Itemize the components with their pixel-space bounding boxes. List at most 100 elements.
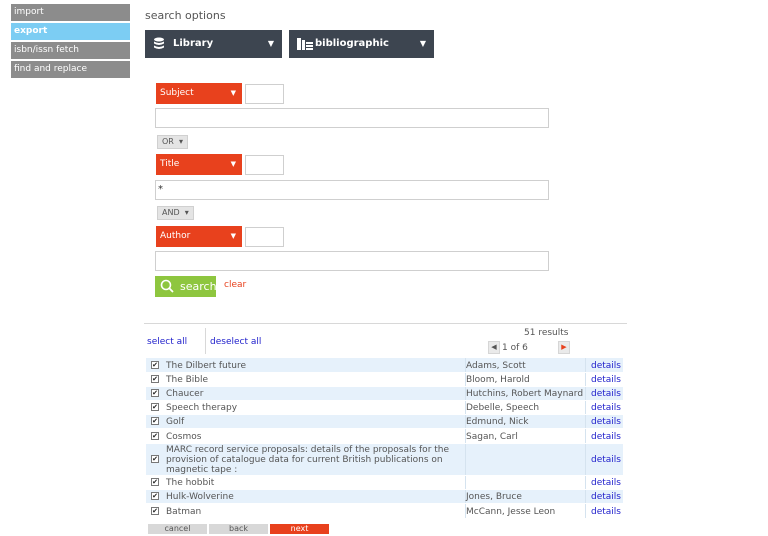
details-link[interactable]: details xyxy=(591,417,621,427)
nav-item-isbn-fetch[interactable]: isbn/issn fetch xyxy=(11,42,130,59)
column-divider xyxy=(465,444,466,475)
column-divider xyxy=(585,358,586,372)
field-select-subject[interactable]: Subject ▼ xyxy=(156,83,242,104)
row-title: Cosmos xyxy=(166,432,202,442)
row-checkbox[interactable]: ✔ xyxy=(151,389,159,397)
row-checkbox[interactable]: ✔ xyxy=(151,403,159,411)
row-title: The hobbit xyxy=(166,478,215,488)
row-checkbox[interactable]: ✔ xyxy=(151,455,159,463)
search-button[interactable]: search xyxy=(155,276,217,297)
table-row: ✔ Chaucer Hutchins, Robert Maynard details xyxy=(146,387,623,401)
nav-item-find-replace[interactable]: find and replace xyxy=(11,61,130,78)
boolean-operator-label: AND xyxy=(162,208,180,217)
field-select-label: Title xyxy=(160,159,180,169)
divider xyxy=(205,328,206,354)
subject-search-input[interactable] xyxy=(155,108,549,128)
column-divider xyxy=(585,387,586,400)
results-table: ✔ The Dilbert future Adams, Scott details ✔ T… xyxy=(146,358,623,519)
back-button[interactable]: back xyxy=(209,524,268,534)
table-row: ✔ Hulk-Wolverine Jones, Bruce details xyxy=(146,490,623,504)
field-select-label: Subject xyxy=(160,88,194,98)
chevron-down-icon: ▼ xyxy=(267,39,274,48)
cancel-button[interactable]: cancel xyxy=(148,524,207,534)
table-row: ✔ Speech therapy Debelle, Speech details xyxy=(146,401,623,415)
column-divider xyxy=(465,476,466,489)
row-checkbox[interactable]: ✔ xyxy=(151,507,159,515)
table-row: ✔ Cosmos Sagan, Carl details xyxy=(146,429,623,444)
search-options-heading: search options xyxy=(145,9,226,22)
row-checkbox[interactable]: ✔ xyxy=(151,361,159,369)
column-divider xyxy=(585,429,586,443)
clear-link[interactable]: clear xyxy=(224,280,246,290)
chevron-down-icon: ▾ xyxy=(176,137,183,146)
row-title: Batman xyxy=(166,507,202,517)
row-checkbox[interactable]: ✔ xyxy=(151,478,159,486)
details-link[interactable]: details xyxy=(591,478,621,488)
books-icon xyxy=(297,38,313,50)
author-search-input[interactable] xyxy=(155,251,549,271)
nav-item-export[interactable]: export xyxy=(11,23,130,40)
row-author: McCann, Jesse Leon xyxy=(466,507,556,517)
title-search-input[interactable]: * xyxy=(155,180,549,200)
row-checkbox[interactable]: ✔ xyxy=(151,417,159,425)
chevron-down-icon: ▼ xyxy=(230,160,236,168)
row-title: Speech therapy xyxy=(166,403,238,413)
details-link[interactable]: details xyxy=(591,492,621,502)
field-select-title[interactable]: Title ▼ xyxy=(156,154,242,175)
table-row: ✔ The Bible Bloom, Harold details xyxy=(146,373,623,387)
table-row: ✔ Golf Edmund, Nick details xyxy=(146,415,623,429)
chevron-left-icon[interactable]: ◀ xyxy=(488,341,500,354)
column-divider xyxy=(585,444,586,475)
details-link[interactable]: details xyxy=(591,389,621,399)
chevron-down-icon: ▼ xyxy=(230,89,236,97)
table-row: ✔ MARC record service proposals: details … xyxy=(146,444,623,476)
deselect-all-link[interactable]: deselect all xyxy=(210,337,261,347)
details-link[interactable]: details xyxy=(591,507,621,517)
record-type-dropdown-label: bibliographic xyxy=(315,38,389,49)
field-modifier-input[interactable] xyxy=(245,84,284,104)
column-divider xyxy=(585,476,586,489)
library-dropdown[interactable]: Library ▼ xyxy=(145,30,282,58)
library-dropdown-label: Library xyxy=(173,38,214,49)
column-divider xyxy=(585,415,586,428)
boolean-operator-select[interactable]: AND ▾ xyxy=(157,206,194,220)
field-select-author[interactable]: Author ▼ xyxy=(156,226,242,247)
row-title: MARC record service proposals: details o… xyxy=(166,445,450,475)
details-link[interactable]: details xyxy=(591,403,621,413)
field-modifier-input[interactable] xyxy=(245,155,284,175)
row-author: Adams, Scott xyxy=(466,361,526,371)
row-author: Jones, Bruce xyxy=(466,492,522,502)
details-link[interactable]: details xyxy=(591,361,621,371)
row-title: Chaucer xyxy=(166,389,204,399)
details-link[interactable]: details xyxy=(591,455,621,465)
database-icon xyxy=(154,37,164,49)
page-indicator: 1 of 6 xyxy=(502,343,528,353)
column-divider xyxy=(585,401,586,414)
table-row: ✔ The Dilbert future Adams, Scott details xyxy=(146,358,623,373)
field-modifier-input[interactable] xyxy=(245,227,284,247)
boolean-operator-select[interactable]: OR ▾ xyxy=(157,135,188,149)
magnifier-icon xyxy=(160,279,174,293)
next-button[interactable]: next xyxy=(270,524,329,534)
nav-item-import[interactable]: import xyxy=(11,4,130,21)
row-author: Edmund, Nick xyxy=(466,417,529,427)
details-link[interactable]: details xyxy=(591,375,621,385)
row-checkbox[interactable]: ✔ xyxy=(151,375,159,383)
chevron-right-icon[interactable]: ▶ xyxy=(558,341,570,354)
chevron-down-icon: ▼ xyxy=(419,39,426,48)
results-count: 51 results xyxy=(524,328,569,338)
record-type-dropdown[interactable]: bibliographic ▼ xyxy=(289,30,434,58)
table-row: ✔ Batman McCann, Jesse Leon details xyxy=(146,504,623,519)
row-checkbox[interactable]: ✔ xyxy=(151,432,159,440)
side-nav: import export isbn/issn fetch find and r… xyxy=(11,4,130,80)
row-checkbox[interactable]: ✔ xyxy=(151,492,159,500)
field-select-label: Author xyxy=(160,231,191,241)
details-link[interactable]: details xyxy=(591,432,621,442)
table-row: ✔ The hobbit details xyxy=(146,476,623,490)
chevron-down-icon: ▾ xyxy=(182,208,189,217)
select-all-link[interactable]: select all xyxy=(147,337,187,347)
column-divider xyxy=(585,373,586,386)
column-divider xyxy=(585,504,586,518)
divider xyxy=(144,323,627,324)
row-title: Hulk-Wolverine xyxy=(166,492,234,502)
